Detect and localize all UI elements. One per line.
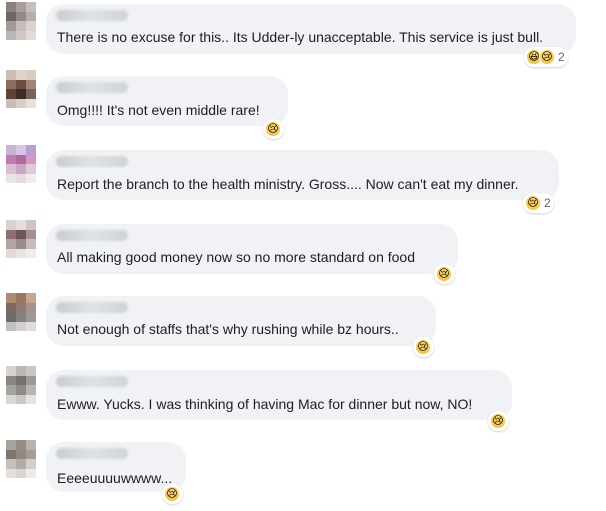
comment-bubble: All making good money now so no more sta… xyxy=(46,224,458,274)
reaction-summary[interactable]: 😢 xyxy=(413,337,434,357)
avatar[interactable] xyxy=(6,70,36,108)
commenter-name-blurred[interactable] xyxy=(56,230,128,241)
reaction-count: 2 xyxy=(558,50,565,64)
reaction-summary[interactable]: 😢 xyxy=(434,264,455,284)
comment-text: Ewww. Yucks. I was thinking of having Ma… xyxy=(57,396,473,412)
avatar[interactable] xyxy=(6,366,36,404)
sad-emoji-icon: 😢 xyxy=(539,49,555,65)
avatar[interactable] xyxy=(6,440,36,478)
reaction-summary[interactable]: 😆 😢 2 xyxy=(524,47,568,67)
reaction-count: 2 xyxy=(544,196,551,210)
comment-bubble: Report the branch to the health ministry… xyxy=(46,150,559,200)
sad-emoji-icon: 😢 xyxy=(164,486,180,502)
commenter-name-blurred[interactable] xyxy=(56,376,128,387)
commenter-name-blurred[interactable] xyxy=(56,156,128,167)
avatar[interactable] xyxy=(6,293,36,331)
reaction-summary[interactable]: 😢 xyxy=(162,484,183,504)
avatar[interactable] xyxy=(6,220,36,258)
commenter-name-blurred[interactable] xyxy=(56,302,128,313)
comment-text: There is no excuse for this.. Its Udder-… xyxy=(57,29,544,45)
sad-emoji-icon: 😢 xyxy=(490,413,506,429)
avatar[interactable] xyxy=(6,145,36,183)
comment-text: Eeeeuuuuwwww... xyxy=(57,470,173,486)
commenter-name-blurred[interactable] xyxy=(56,82,128,93)
reaction-summary[interactable]: 😢 xyxy=(488,411,509,431)
comment-text: Omg!!!! It's not even middle rare! xyxy=(57,102,260,118)
comment-bubble: Eeeeuuuuwwww... xyxy=(46,442,186,492)
reaction-summary[interactable]: 😢 2 xyxy=(523,193,554,213)
sad-emoji-icon: 😢 xyxy=(525,195,541,211)
comment-bubble: Ewww. Yucks. I was thinking of having Ma… xyxy=(46,370,512,420)
comment-text: Not enough of staffs that's why rushing … xyxy=(57,321,399,337)
comment-bubble: There is no excuse for this.. Its Udder-… xyxy=(46,4,576,54)
sad-emoji-icon: 😢 xyxy=(436,266,452,282)
commenter-name-blurred[interactable] xyxy=(56,448,128,459)
comment-text: All making good money now so no more sta… xyxy=(57,249,415,265)
reaction-summary[interactable]: 😢 xyxy=(263,119,284,139)
comment-text: Report the branch to the health ministry… xyxy=(57,176,519,192)
sad-emoji-icon: 😢 xyxy=(415,339,431,355)
sad-emoji-icon: 😢 xyxy=(265,121,281,137)
comment-bubble: Omg!!!! It's not even middle rare! xyxy=(46,76,288,126)
commenter-name-blurred[interactable] xyxy=(56,10,128,21)
avatar[interactable] xyxy=(6,2,36,40)
comment-bubble: Not enough of staffs that's why rushing … xyxy=(46,296,436,346)
